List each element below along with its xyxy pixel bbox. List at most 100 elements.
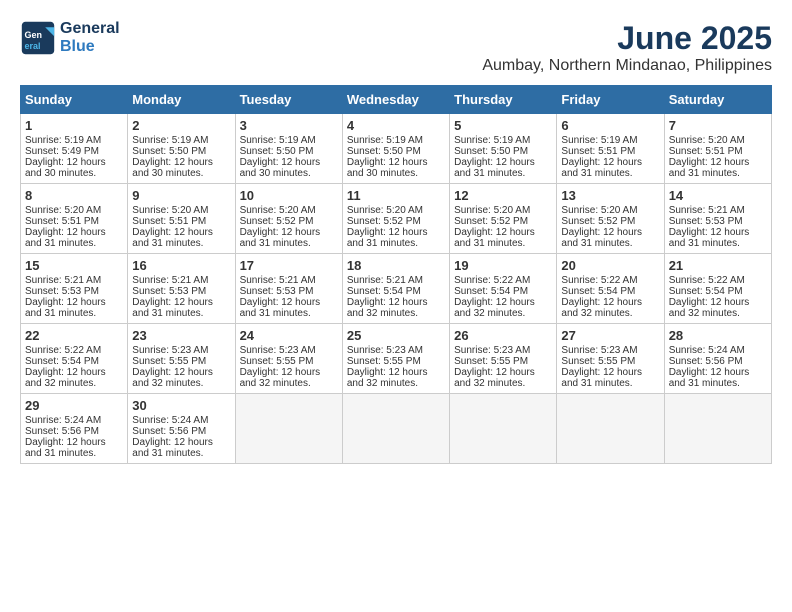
daylight-label: Daylight: 12 hours and 30 minutes. (132, 157, 213, 179)
sunrise-label: Sunrise: 5:23 AM (561, 345, 637, 356)
sunrise-label: Sunrise: 5:20 AM (669, 135, 745, 146)
sunrise-label: Sunrise: 5:22 AM (25, 345, 101, 356)
day-number: 18 (347, 258, 445, 273)
logo: Gen eral General Blue (20, 20, 120, 56)
day-number: 3 (240, 118, 338, 133)
title-area: June 2025 Aumbay, Northern Mindanao, Phi… (482, 20, 772, 75)
header-day-wednesday: Wednesday (342, 86, 449, 114)
daylight-label: Daylight: 12 hours and 31 minutes. (25, 437, 106, 459)
svg-text:Gen: Gen (25, 30, 43, 40)
sunrise-label: Sunrise: 5:19 AM (454, 135, 530, 146)
sunset-label: Sunset: 5:55 PM (240, 356, 314, 367)
sunrise-label: Sunrise: 5:19 AM (561, 135, 637, 146)
calendar-cell: 26Sunrise: 5:23 AMSunset: 5:55 PMDayligh… (450, 324, 557, 394)
daylight-label: Daylight: 12 hours and 31 minutes. (454, 227, 535, 249)
sunrise-label: Sunrise: 5:22 AM (561, 275, 637, 286)
sunset-label: Sunset: 5:54 PM (669, 286, 743, 297)
logo-icon: Gen eral (20, 20, 56, 56)
sunrise-label: Sunrise: 5:20 AM (347, 205, 423, 216)
day-number: 15 (25, 258, 123, 273)
calendar-cell: 24Sunrise: 5:23 AMSunset: 5:55 PMDayligh… (235, 324, 342, 394)
svg-text:eral: eral (25, 41, 41, 51)
calendar-cell: 3Sunrise: 5:19 AMSunset: 5:50 PMDaylight… (235, 114, 342, 184)
logo-text: General Blue (60, 20, 120, 56)
calendar-cell: 21Sunrise: 5:22 AMSunset: 5:54 PMDayligh… (664, 254, 771, 324)
sunset-label: Sunset: 5:55 PM (454, 356, 528, 367)
sunset-label: Sunset: 5:56 PM (132, 426, 206, 437)
calendar-cell: 4Sunrise: 5:19 AMSunset: 5:50 PMDaylight… (342, 114, 449, 184)
calendar-cell: 19Sunrise: 5:22 AMSunset: 5:54 PMDayligh… (450, 254, 557, 324)
sunrise-label: Sunrise: 5:21 AM (240, 275, 316, 286)
sunset-label: Sunset: 5:51 PM (561, 146, 635, 157)
header-day-monday: Monday (128, 86, 235, 114)
calendar-cell: 7Sunrise: 5:20 AMSunset: 5:51 PMDaylight… (664, 114, 771, 184)
day-number: 17 (240, 258, 338, 273)
sunrise-label: Sunrise: 5:20 AM (25, 205, 101, 216)
sunrise-label: Sunrise: 5:23 AM (454, 345, 530, 356)
calendar-cell: 27Sunrise: 5:23 AMSunset: 5:55 PMDayligh… (557, 324, 664, 394)
sunset-label: Sunset: 5:53 PM (25, 286, 99, 297)
calendar-cell (235, 394, 342, 464)
calendar-week-4: 22Sunrise: 5:22 AMSunset: 5:54 PMDayligh… (21, 324, 772, 394)
sunset-label: Sunset: 5:55 PM (347, 356, 421, 367)
daylight-label: Daylight: 12 hours and 32 minutes. (561, 297, 642, 319)
sunrise-label: Sunrise: 5:22 AM (669, 275, 745, 286)
calendar-cell: 18Sunrise: 5:21 AMSunset: 5:54 PMDayligh… (342, 254, 449, 324)
day-number: 5 (454, 118, 552, 133)
sunrise-label: Sunrise: 5:22 AM (454, 275, 530, 286)
sunset-label: Sunset: 5:53 PM (240, 286, 314, 297)
day-number: 12 (454, 188, 552, 203)
daylight-label: Daylight: 12 hours and 31 minutes. (561, 367, 642, 389)
sunset-label: Sunset: 5:49 PM (25, 146, 99, 157)
daylight-label: Daylight: 12 hours and 31 minutes. (25, 227, 106, 249)
sunrise-label: Sunrise: 5:21 AM (347, 275, 423, 286)
sunset-label: Sunset: 5:54 PM (347, 286, 421, 297)
daylight-label: Daylight: 12 hours and 32 minutes. (347, 367, 428, 389)
calendar-week-1: 1Sunrise: 5:19 AMSunset: 5:49 PMDaylight… (21, 114, 772, 184)
day-number: 13 (561, 188, 659, 203)
day-number: 22 (25, 328, 123, 343)
calendar-cell: 13 Sunrise: 5:20 AMSunset: 5:52 PMDayligh… (557, 184, 664, 254)
daylight-label: Daylight: 12 hours and 32 minutes. (454, 367, 535, 389)
day-number: 21 (669, 258, 767, 273)
header-day-tuesday: Tuesday (235, 86, 342, 114)
day-number: 9 (132, 188, 230, 203)
day-number: 4 (347, 118, 445, 133)
sunset-label: Sunset: 5:55 PM (561, 356, 635, 367)
sunrise-label: Sunrise: 5:24 AM (669, 345, 745, 356)
calendar-cell: 11Sunrise: 5:20 AMSunset: 5:52 PMDayligh… (342, 184, 449, 254)
sunset-label: Sunset: 5:52 PM (561, 216, 635, 227)
daylight-label: Daylight: 12 hours and 31 minutes. (561, 227, 642, 249)
day-number: 10 (240, 188, 338, 203)
daylight-label: Daylight: 12 hours and 31 minutes. (132, 437, 213, 459)
calendar-cell: 9Sunrise: 5:20 AMSunset: 5:51 PMDaylight… (128, 184, 235, 254)
sunrise-label: Sunrise: 5:20 AM (561, 205, 637, 216)
sunset-label: Sunset: 5:53 PM (132, 286, 206, 297)
day-number: 14 (669, 188, 767, 203)
sunset-label: Sunset: 5:50 PM (132, 146, 206, 157)
calendar-cell: 25Sunrise: 5:23 AMSunset: 5:55 PMDayligh… (342, 324, 449, 394)
calendar-week-5: 29Sunrise: 5:24 AMSunset: 5:56 PMDayligh… (21, 394, 772, 464)
calendar-cell: 10Sunrise: 5:20 AMSunset: 5:52 PMDayligh… (235, 184, 342, 254)
calendar-cell: 14Sunrise: 5:21 AMSunset: 5:53 PMDayligh… (664, 184, 771, 254)
daylight-label: Daylight: 12 hours and 30 minutes. (347, 157, 428, 179)
day-number: 20 (561, 258, 659, 273)
sunset-label: Sunset: 5:52 PM (454, 216, 528, 227)
sunset-label: Sunset: 5:56 PM (25, 426, 99, 437)
header-day-sunday: Sunday (21, 86, 128, 114)
sunrise-label: Sunrise: 5:19 AM (132, 135, 208, 146)
header-day-thursday: Thursday (450, 86, 557, 114)
sunrise-label: Sunrise: 5:19 AM (347, 135, 423, 146)
day-number: 24 (240, 328, 338, 343)
sunrise-label: Sunrise: 5:20 AM (454, 205, 530, 216)
calendar-cell (342, 394, 449, 464)
header: Gen eral General Blue June 2025 Aumbay, … (20, 20, 772, 75)
sunset-label: Sunset: 5:55 PM (132, 356, 206, 367)
day-number: 7 (669, 118, 767, 133)
daylight-label: Daylight: 12 hours and 31 minutes. (454, 157, 535, 179)
sunset-label: Sunset: 5:51 PM (25, 216, 99, 227)
daylight-label: Daylight: 12 hours and 31 minutes. (132, 227, 213, 249)
calendar-cell: 30Sunrise: 5:24 AMSunset: 5:56 PMDayligh… (128, 394, 235, 464)
header-day-saturday: Saturday (664, 86, 771, 114)
daylight-label: Daylight: 12 hours and 31 minutes. (25, 297, 106, 319)
